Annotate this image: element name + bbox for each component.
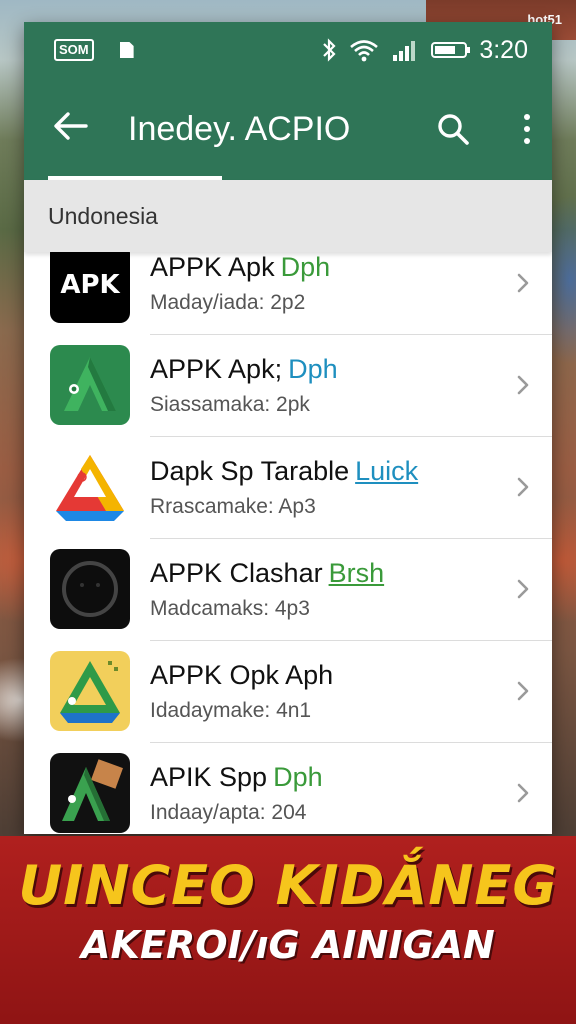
chevron-right-icon: [517, 477, 529, 497]
app-name: APIK Spp: [150, 761, 268, 792]
app-name: APPK Apk: [150, 251, 275, 282]
app-title: Inedey. ACPIO: [128, 109, 351, 148]
promo-banner: UINCEO KIDẮNEG AKEROI/ıG AINIGAN: [0, 836, 576, 1024]
list-item-text: APPK Apk; Dph Siassamaka: 2pk: [150, 354, 508, 417]
status-icons: 3:20: [321, 36, 528, 65]
list-item[interactable]: APIK Spp Dph Indaay/apta: 204: [24, 742, 552, 834]
list-item[interactable]: APPK Clashar Brsh Madcamaks: 4p3: [24, 538, 552, 640]
app-name: APPK Clashar: [150, 557, 323, 588]
battery-icon: [431, 42, 471, 58]
app-subtitle: Idadaymake: 4n1: [150, 698, 312, 722]
apk-black-icon: APK: [50, 243, 130, 323]
list-item-text: APPK Clashar Brsh Madcamaks: 4p3: [150, 558, 508, 621]
app-subtitle: Rrascamake: Ap3: [150, 494, 316, 518]
app-tag: Brsh: [328, 557, 385, 588]
green-a-icon: [50, 345, 130, 425]
app-list: APK APPK Apk Dph Maday/iada: 2p2 APPK Apk; Dp…: [24, 232, 552, 834]
app-tag: Dph: [280, 251, 331, 282]
dark-a-icon: [50, 753, 130, 833]
chevron-right-icon: [517, 681, 529, 701]
app-name: APPK Opk Aph: [150, 659, 334, 690]
list-item[interactable]: Dapk Sp Tarable Luick Rrascamake: Ap3: [24, 436, 552, 538]
list-item[interactable]: APPK Opk Aph Idadaymake: 4n1: [24, 640, 552, 742]
app-subtitle: Madcamaks: 4p3: [150, 596, 310, 620]
app-title-line: Dapk Sp Tarable Luick: [150, 456, 508, 487]
status-time: 3:20: [479, 35, 528, 64]
list-item-text: APPK Apk Dph Maday/iada: 2p2: [150, 252, 508, 315]
app-subtitle: Maday/iada: 2p2: [150, 290, 306, 314]
search-icon[interactable]: [436, 112, 470, 146]
list-item-text: APIK Spp Dph Indaay/apta: 204: [150, 762, 508, 825]
app-name: APPK Apk;: [150, 353, 283, 384]
chevron-right-icon: [517, 273, 529, 293]
app-tag: Dph: [273, 761, 323, 792]
wifi-icon: [350, 40, 379, 62]
sim-indicator: SOM: [54, 39, 94, 61]
list-item-text: Dapk Sp Tarable Luick Rrascamake: Ap3: [150, 456, 508, 519]
app-subtitle: Indaay/apta: 204: [150, 800, 307, 824]
svg-text:APK: APK: [60, 270, 120, 300]
app-title-line: APIK Spp Dph: [150, 762, 508, 793]
drive-triangle-icon: [50, 447, 130, 527]
sd-card-icon: [119, 42, 134, 58]
banner-subline: AKEROI/ıG AINIGAN: [81, 923, 495, 967]
back-arrow-icon[interactable]: [52, 111, 98, 147]
app-tag: Luick: [355, 455, 419, 486]
app-title-line: APPK Apk Dph: [150, 252, 508, 283]
chevron-right-icon: [517, 783, 529, 803]
app-subtitle: Siassamaka: 2pk: [150, 392, 310, 416]
banner-headline: UINCEO KIDẮNEG: [18, 854, 558, 917]
list-item-text: APPK Opk Aph Idadaymake: 4n1: [150, 660, 508, 723]
app-title-line: APPK Opk Aph: [150, 660, 508, 691]
list-item[interactable]: APPK Apk; Dph Siassamaka: 2pk: [24, 334, 552, 436]
signal-icon: [393, 41, 416, 61]
app-title-line: APPK Apk; Dph: [150, 354, 508, 385]
section-header: Undonesia: [24, 180, 552, 252]
circle-face-icon: [50, 549, 130, 629]
app-title-line: APPK Clashar Brsh: [150, 558, 508, 589]
chevron-right-icon: [517, 375, 529, 395]
chevron-right-icon: [517, 579, 529, 599]
bluetooth-icon: [323, 38, 336, 62]
phone-screen: SOM 3:20 Inedey. ACPIO Undonesia APK APP…: [24, 22, 552, 834]
more-vert-icon[interactable]: [524, 114, 532, 144]
status-bar: SOM 3:20: [24, 22, 552, 78]
yellow-drive-icon: [50, 651, 130, 731]
app-tag: Dph: [288, 353, 338, 384]
app-name: Dapk Sp Tarable: [150, 455, 350, 486]
app-bar: Inedey. ACPIO: [24, 78, 552, 180]
